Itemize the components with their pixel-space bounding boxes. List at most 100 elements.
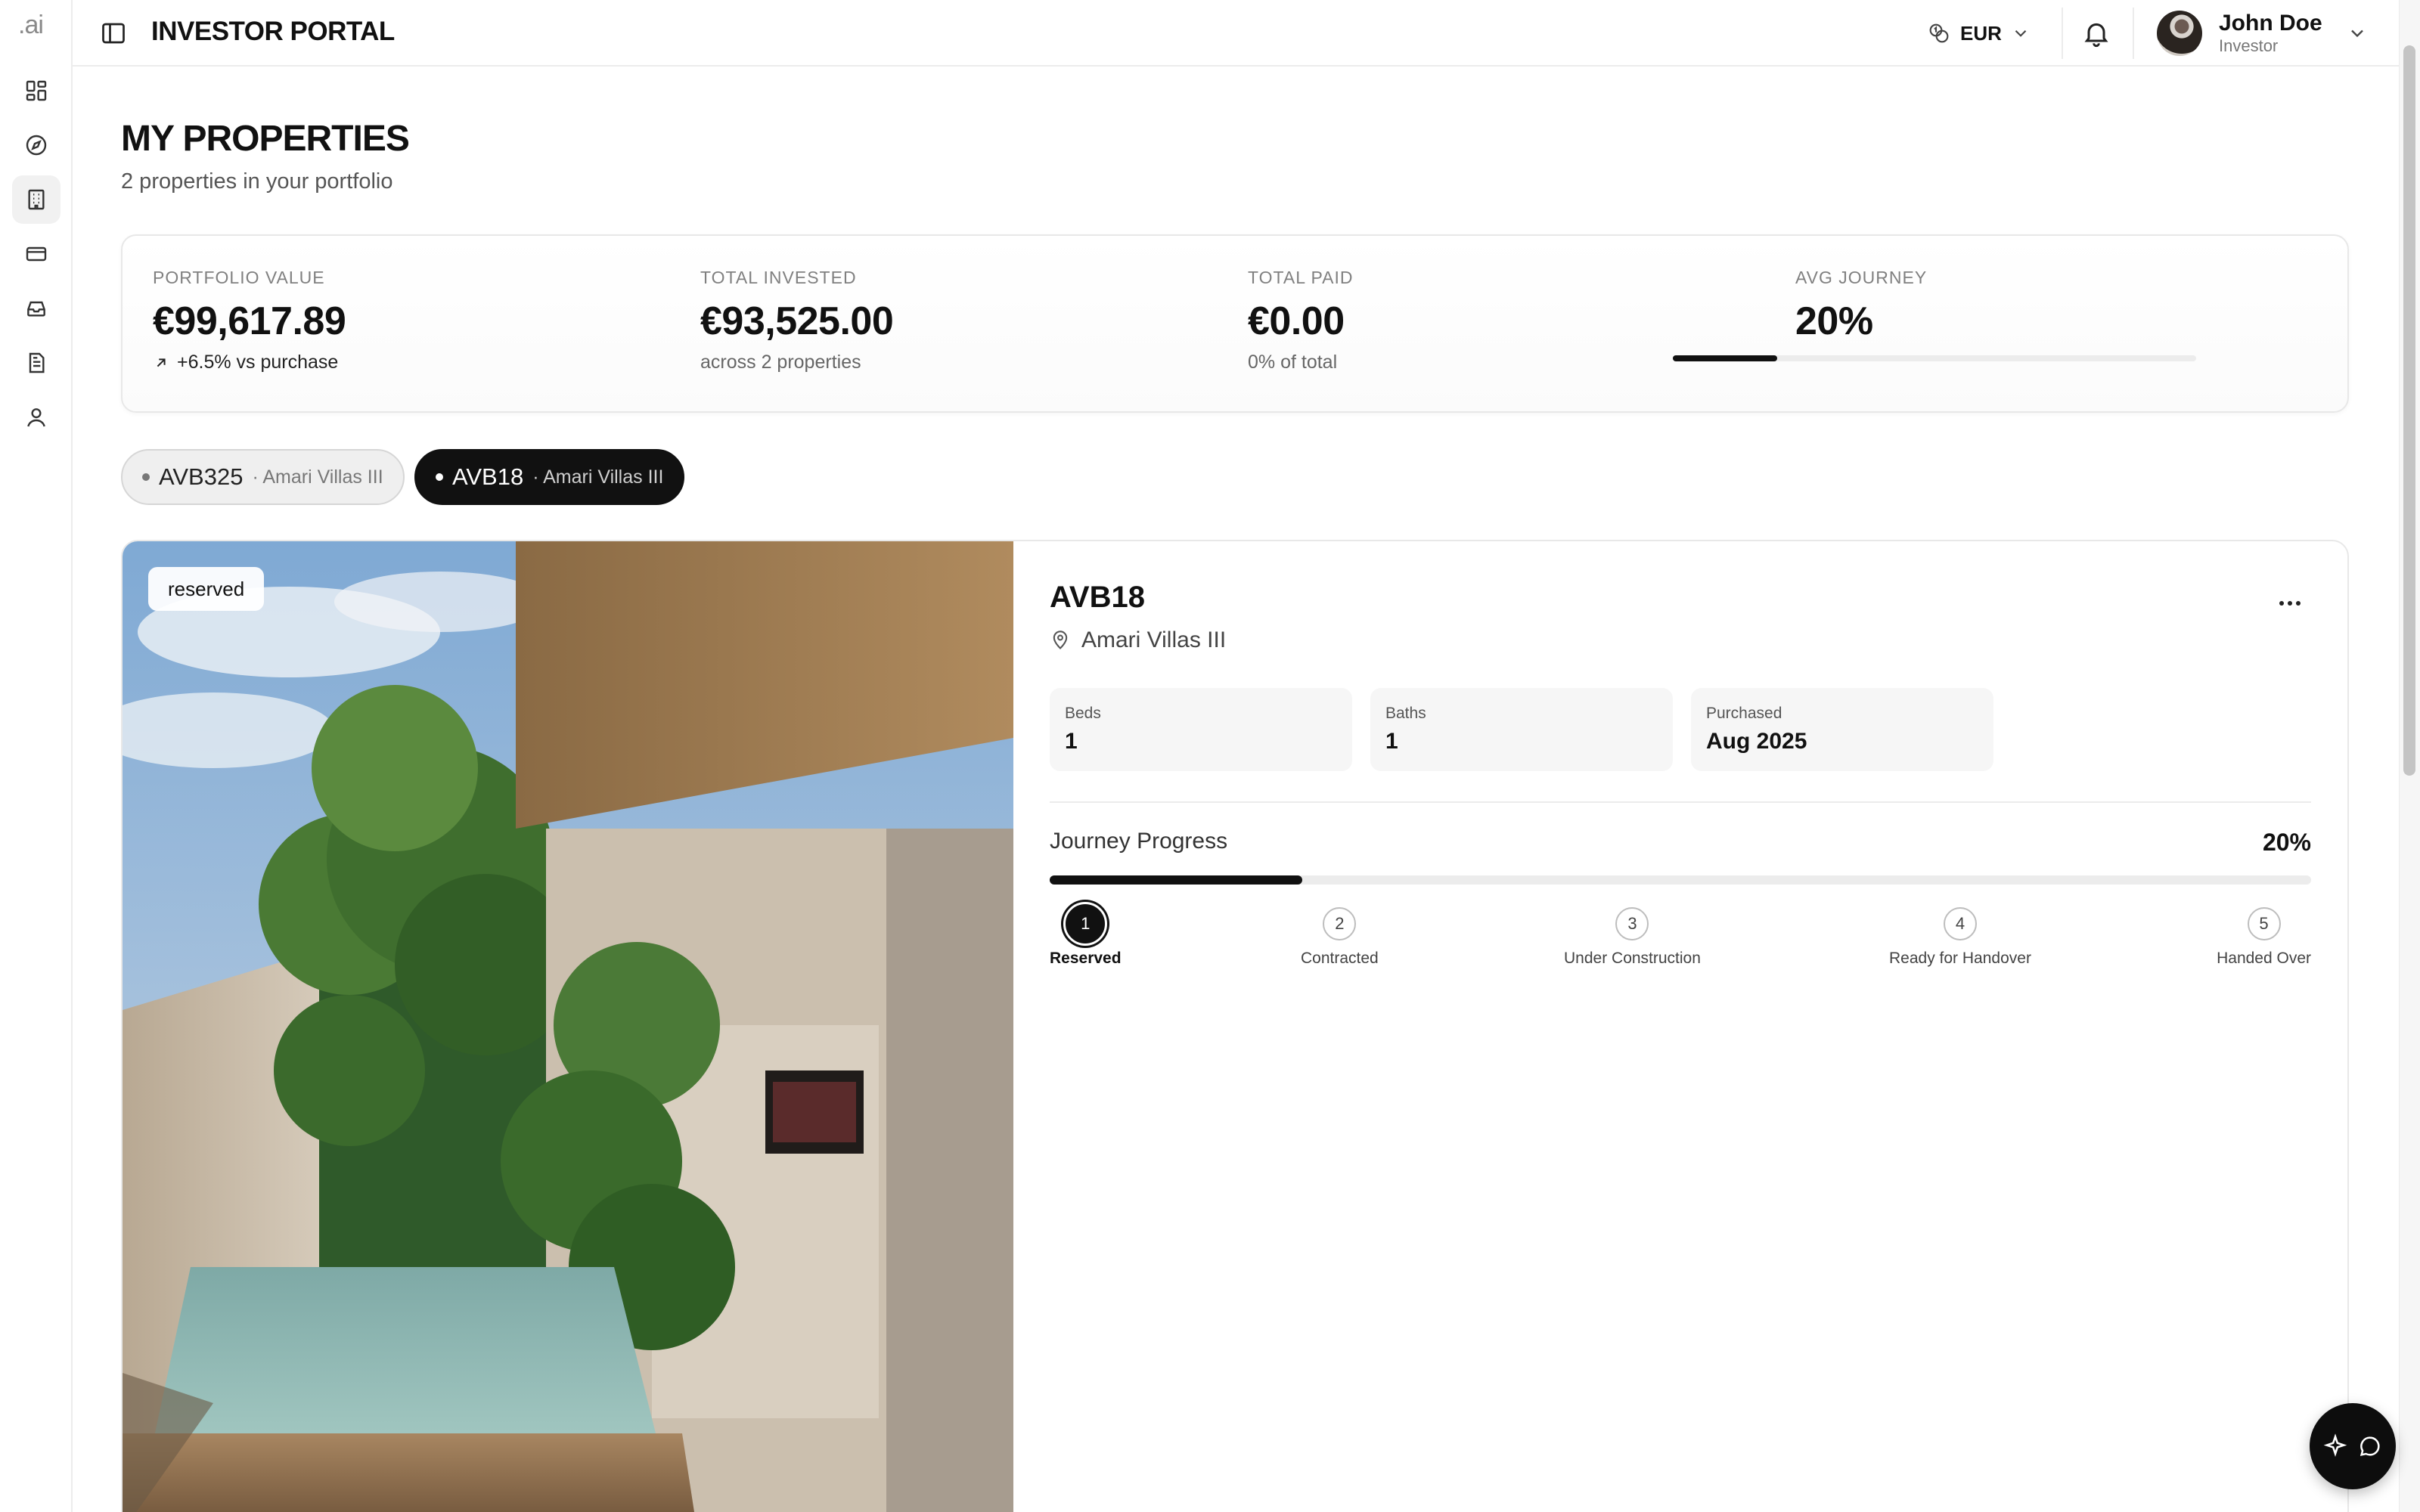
chat-bubble-icon bbox=[2360, 1436, 2380, 1457]
stat-portfolio-value: PORTFOLIO VALUE €99,617.89 +6.5% vs purc… bbox=[153, 268, 346, 373]
step-number: 5 bbox=[2247, 907, 2281, 940]
sidebar-item-dashboard[interactable] bbox=[12, 67, 60, 115]
tab-dot bbox=[142, 473, 150, 481]
step-number: 4 bbox=[1943, 907, 1977, 940]
journey-progress-label: Journey Progress bbox=[1050, 829, 1228, 854]
dot bbox=[2296, 601, 2301, 606]
stat-note: across 2 properties bbox=[700, 352, 861, 373]
spec-baths: Baths 1 bbox=[1370, 688, 1673, 771]
stat-label: AVG JOURNEY bbox=[1795, 268, 1928, 287]
spec-label: Beds bbox=[1065, 705, 1101, 722]
chevron-down-icon bbox=[2350, 29, 2363, 38]
property-title: AVB18 bbox=[1050, 581, 1145, 614]
sidebar-item-explore[interactable] bbox=[12, 121, 60, 169]
journey-step-under-construction: 3 Under Construction bbox=[1564, 907, 1701, 968]
bell-icon[interactable] bbox=[2081, 18, 2111, 48]
tab-dot bbox=[436, 473, 443, 481]
sidebar-toggle-icon[interactable] bbox=[100, 20, 127, 47]
property-photo[interactable]: reserved bbox=[123, 541, 1013, 1512]
map-pin-icon bbox=[1053, 631, 1068, 649]
portfolio-stats-card: PORTFOLIO VALUE €99,617.89 +6.5% vs purc… bbox=[121, 234, 2349, 413]
app-logo[interactable]: .ai bbox=[18, 11, 44, 40]
page-title: MY PROPERTIES bbox=[121, 119, 410, 159]
spec-purchased: Purchased Aug 2025 bbox=[1691, 688, 1993, 771]
credit-card-icon bbox=[26, 246, 47, 262]
currency-selector[interactable]: EUR bbox=[1927, 18, 2031, 48]
stat-total-paid: TOTAL PAID €0.00 0% of total bbox=[1248, 268, 1354, 373]
step-number: 3 bbox=[1615, 907, 1649, 940]
dot bbox=[2288, 601, 2292, 606]
tab-code: AVB18 bbox=[452, 463, 524, 490]
property-tab-avb325[interactable]: AVB325 · Amari Villas III bbox=[121, 449, 405, 505]
compass-icon bbox=[26, 135, 47, 156]
journey-progress-fill bbox=[1050, 875, 1302, 885]
stat-note: 0% of total bbox=[1248, 352, 1338, 373]
step-label: Contracted bbox=[1301, 950, 1379, 967]
header-divider bbox=[2062, 8, 2063, 59]
sidebar-item-documents[interactable] bbox=[12, 339, 60, 387]
step-number: 2 bbox=[1323, 907, 1357, 940]
spec-label: Baths bbox=[1385, 705, 1426, 722]
journey-step-reserved: 1 Reserved bbox=[1050, 902, 1122, 968]
arrow-up-right-icon bbox=[157, 358, 166, 367]
step-label: Reserved bbox=[1050, 950, 1122, 967]
ai-chat-button[interactable] bbox=[2310, 1403, 2396, 1489]
user-role: Investor bbox=[2219, 36, 2279, 55]
header-divider bbox=[2133, 8, 2134, 59]
step-label: Under Construction bbox=[1564, 950, 1701, 967]
user-name: John Doe bbox=[2219, 11, 2322, 36]
coins-icon bbox=[1929, 23, 1949, 43]
avg-journey-progress-fill bbox=[1673, 355, 1778, 361]
app-title: INVESTOR PORTAL bbox=[151, 17, 395, 46]
journey-step-contracted: 2 Contracted bbox=[1301, 907, 1379, 968]
stat-value: €0.00 bbox=[1248, 299, 1345, 343]
stat-note: +6.5% vs purchase bbox=[153, 352, 346, 373]
journey-step-ready-for-handover: 4 Ready for Handover bbox=[1889, 907, 2031, 968]
sidebar-item-properties[interactable] bbox=[12, 175, 60, 224]
stat-total-invested: TOTAL INVESTED €93,525.00 across 2 prope… bbox=[700, 268, 894, 373]
spec-value: 1 bbox=[1065, 729, 1078, 754]
spec-label: Purchased bbox=[1706, 705, 1782, 722]
building-icon bbox=[28, 189, 45, 210]
more-options-button[interactable] bbox=[2269, 588, 2311, 618]
tab-location: · Amari Villas III bbox=[532, 466, 664, 488]
journey-step-handed-over: 5 Handed Over bbox=[2217, 907, 2311, 968]
property-card: reserved AVB18 Amari Villas III Beds 1 B… bbox=[121, 540, 2349, 1512]
dot bbox=[2279, 601, 2284, 606]
sidebar-item-payments[interactable] bbox=[12, 230, 60, 278]
page-subtitle: 2 properties in your portfolio bbox=[121, 169, 393, 194]
tab-location: · Amari Villas III bbox=[252, 466, 383, 488]
sidebar-item-profile[interactable] bbox=[12, 393, 60, 442]
step-number: 1 bbox=[1063, 902, 1108, 946]
step-label: Ready for Handover bbox=[1889, 950, 2031, 967]
user-icon bbox=[27, 408, 45, 427]
journey-progress-bar bbox=[1050, 875, 2311, 885]
divider bbox=[1050, 801, 2311, 803]
scrollbar-thumb[interactable] bbox=[2403, 45, 2415, 776]
property-tab-avb18[interactable]: AVB18 · Amari Villas III bbox=[414, 449, 685, 505]
sidebar-item-inbox[interactable] bbox=[12, 284, 60, 333]
property-details: AVB18 Amari Villas III Beds 1 Baths 1 Pu… bbox=[1050, 541, 2311, 1512]
avatar bbox=[2157, 11, 2202, 56]
stat-value: €93,525.00 bbox=[700, 299, 894, 343]
top-header: INVESTOR PORTAL EUR John Doe Investor bbox=[73, 0, 2399, 67]
villa-image bbox=[123, 541, 1013, 1512]
tab-code: AVB325 bbox=[159, 463, 244, 490]
page-scrollbar[interactable] bbox=[2399, 0, 2420, 1512]
step-label: Handed Over bbox=[2217, 950, 2311, 967]
journey-progress-percent: 20% bbox=[2262, 829, 2311, 856]
avg-journey-progress-bar bbox=[1673, 355, 2196, 361]
user-menu[interactable]: John Doe Investor bbox=[2157, 9, 2368, 57]
sidebar-rail: .ai bbox=[0, 0, 73, 1512]
stat-value: €99,617.89 bbox=[153, 299, 346, 343]
stat-label: PORTFOLIO VALUE bbox=[153, 268, 325, 287]
stat-avg-journey: AVG JOURNEY 20% bbox=[1795, 268, 1927, 344]
spec-value: 1 bbox=[1385, 729, 1398, 754]
sparkle-icon bbox=[2323, 1433, 2347, 1457]
document-icon bbox=[29, 352, 45, 373]
stat-value: 20% bbox=[1795, 299, 1873, 343]
chevron-down-icon bbox=[2015, 29, 2027, 37]
status-badge: reserved bbox=[148, 567, 265, 611]
stat-label: TOTAL PAID bbox=[1248, 268, 1354, 287]
property-location: Amari Villas III bbox=[1050, 627, 1226, 653]
